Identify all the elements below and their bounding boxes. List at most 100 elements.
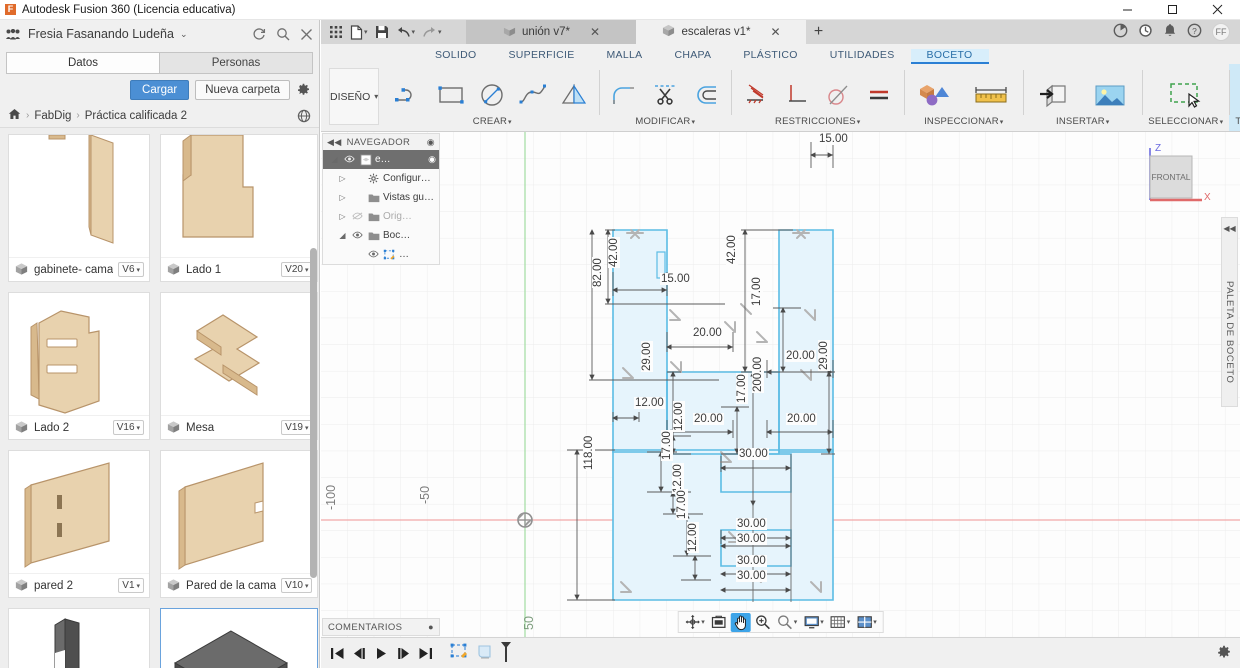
zoom-window-icon[interactable]: ▾ — [775, 613, 800, 631]
document-tab-escaleras[interactable]: escaleras v1* ✕ — [636, 20, 806, 44]
expand-triangle-icon[interactable]: ▷ — [337, 174, 348, 183]
new-file-icon[interactable]: ▾ — [348, 24, 370, 41]
tab-personas[interactable]: Personas — [159, 52, 313, 74]
file-card[interactable]: puerta 1 y 2 V14▾ — [8, 608, 150, 668]
go-to-beginning-icon[interactable] — [329, 645, 345, 661]
close-icon[interactable]: ✕ — [590, 25, 600, 39]
insert-image-icon[interactable] — [1084, 75, 1136, 115]
ribbon-group-label-inspeccionar[interactable]: INSPECCIONAR▾ — [924, 115, 1003, 131]
add-tab-button[interactable]: + — [806, 20, 832, 44]
search-icon[interactable] — [276, 27, 290, 41]
chevron-down-icon[interactable]: ▾ — [847, 618, 851, 626]
navigator-row-3[interactable]: ▷ Orig… — [323, 207, 439, 226]
collapse-left-icon[interactable]: ◀◀ — [327, 137, 342, 148]
expand-triangle-icon[interactable]: ◢ — [329, 155, 340, 164]
sketch-feature-icon[interactable] — [449, 642, 471, 665]
version-chip[interactable]: V1▾ — [118, 578, 144, 593]
navigator-row-2[interactable]: ▷ Vistas gu… — [323, 188, 439, 207]
tab-datos[interactable]: Datos — [6, 52, 159, 74]
close-icon[interactable]: ✕ — [771, 25, 781, 39]
refresh-icon[interactable] — [252, 27, 266, 41]
gear-icon[interactable] — [1216, 645, 1232, 661]
document-tab-union[interactable]: unión v7* ✕ — [466, 20, 636, 44]
look-at-icon[interactable] — [709, 613, 729, 631]
version-chip[interactable]: V19▾ — [281, 420, 312, 435]
fillet-icon[interactable] — [605, 75, 643, 115]
ribbon-tab-boceto[interactable]: BOCETO — [911, 49, 989, 64]
avatar[interactable]: FF — [1212, 23, 1230, 41]
navigator-row-4[interactable]: ◢ Boc… — [323, 226, 439, 245]
help-question-icon[interactable]: ? — [1187, 23, 1202, 41]
chevron-down-icon[interactable]: ▾ — [794, 618, 798, 626]
data-panel-scrollbar[interactable] — [310, 248, 317, 578]
visibility-eye-icon[interactable] — [351, 231, 364, 241]
timeline-marker-icon[interactable] — [499, 641, 513, 666]
file-card[interactable]: Lado 2 V16▾ — [8, 292, 150, 440]
home-icon[interactable] — [8, 108, 21, 123]
minimize-button[interactable] — [1105, 0, 1150, 20]
redo-icon[interactable]: ▾ — [420, 25, 444, 40]
display-settings-icon[interactable]: ▾ — [801, 614, 826, 631]
ribbon-group-label-seleccionar[interactable]: SELECCIONAR▾ — [1148, 115, 1223, 131]
maximize-button[interactable] — [1150, 0, 1195, 20]
zoom-in-icon[interactable] — [753, 613, 773, 631]
insert-derive-icon[interactable] — [1029, 75, 1081, 115]
breadcrumb-item-practica[interactable]: Práctica calificada 2 — [85, 110, 187, 122]
version-chip[interactable]: V16▾ — [113, 420, 144, 435]
trim-scissors-icon[interactable] — [646, 75, 684, 115]
collapse-left-icon[interactable]: ◀◀ — [1223, 224, 1235, 233]
play-icon[interactable] — [373, 645, 389, 661]
panel-options-icon[interactable]: ◉ — [427, 137, 435, 148]
undo-icon[interactable]: ▾ — [394, 25, 418, 40]
expand-triangle-icon[interactable]: ▷ — [337, 212, 348, 221]
chevron-down-icon[interactable]: ▾ — [438, 28, 442, 36]
tangent-icon[interactable] — [819, 75, 857, 115]
file-card[interactable]: gabinete- cama V6▾ — [8, 134, 150, 282]
version-chip[interactable]: V20▾ — [281, 262, 312, 277]
chevron-down-icon[interactable]: ▾ — [873, 618, 877, 626]
active-user-name[interactable]: Fresia Fasanando Ludeña — [28, 27, 174, 41]
save-icon[interactable] — [373, 24, 391, 40]
perpendicular-icon[interactable] — [778, 75, 816, 115]
grid-snap-icon[interactable]: ▾ — [828, 614, 853, 631]
version-chip[interactable]: V10▾ — [281, 578, 312, 593]
extrude-feature-icon[interactable] — [475, 642, 495, 665]
ribbon-group-label-restricciones[interactable]: RESTRICCIONES▾ — [775, 115, 860, 131]
ribbon-group-label-terminar-boceto[interactable]: TERMINAR BOCETO▾ — [1235, 115, 1240, 131]
step-forward-icon[interactable] — [395, 645, 411, 661]
ribbon-group-label-insertar[interactable]: INSERTAR▾ — [1056, 115, 1109, 131]
step-back-icon[interactable] — [351, 645, 367, 661]
comments-add-icon[interactable]: ● — [428, 622, 434, 632]
view-cube[interactable]: Z X FRONTAL — [1132, 138, 1212, 213]
navigator-row-1[interactable]: ▷ Configur… — [323, 169, 439, 188]
ribbon-tab-chapa[interactable]: CHAPA — [658, 49, 727, 64]
chevron-down-icon[interactable]: ▾ — [412, 28, 416, 36]
file-card[interactable]: Pared de la cama V10▾ — [160, 450, 318, 598]
ribbon-tab-malla[interactable]: MALLA — [591, 49, 659, 64]
chevron-down-icon[interactable]: ▾ — [364, 28, 368, 36]
workspace-selector[interactable]: DISEÑO ▾ — [329, 68, 379, 125]
new-folder-button[interactable]: Nueva carpeta — [195, 80, 290, 100]
globe-icon[interactable] — [297, 109, 311, 123]
viewport-layout-icon[interactable]: ▾ — [854, 614, 879, 631]
navigator-row-5[interactable]: … — [323, 245, 439, 264]
chevron-down-icon[interactable]: ▾ — [701, 618, 705, 626]
sketch-canvas[interactable]: -100 -50 50 — [321, 132, 1240, 637]
app-grid-icon[interactable] — [327, 24, 345, 40]
ribbon-tab-superficie[interactable]: SUPERFICIE — [492, 49, 590, 64]
upload-button[interactable]: Cargar — [130, 80, 189, 100]
history-clock-icon[interactable] — [1138, 23, 1153, 41]
gear-icon[interactable] — [296, 83, 311, 98]
mirror-icon[interactable] — [555, 75, 593, 115]
parallel-equal-icon[interactable] — [860, 75, 898, 115]
rectangle-icon[interactable] — [432, 75, 470, 115]
navigator-row-0[interactable]: ◢ e… ◉ — [323, 150, 439, 169]
visibility-eye-icon[interactable] — [367, 250, 380, 260]
file-card[interactable]: Lado 1 V20▾ — [160, 134, 318, 282]
sketch-palette-tab[interactable]: ◀◀ PALETA DE BOCETO — [1221, 217, 1238, 407]
ribbon-tab-plstico[interactable]: PLÁSTICO — [727, 49, 813, 64]
selection-window-icon[interactable] — [1160, 75, 1212, 115]
expand-triangle-icon[interactable]: ▷ — [337, 193, 348, 202]
go-to-end-icon[interactable] — [417, 645, 433, 661]
orbit-icon[interactable]: ▾ — [682, 613, 707, 631]
